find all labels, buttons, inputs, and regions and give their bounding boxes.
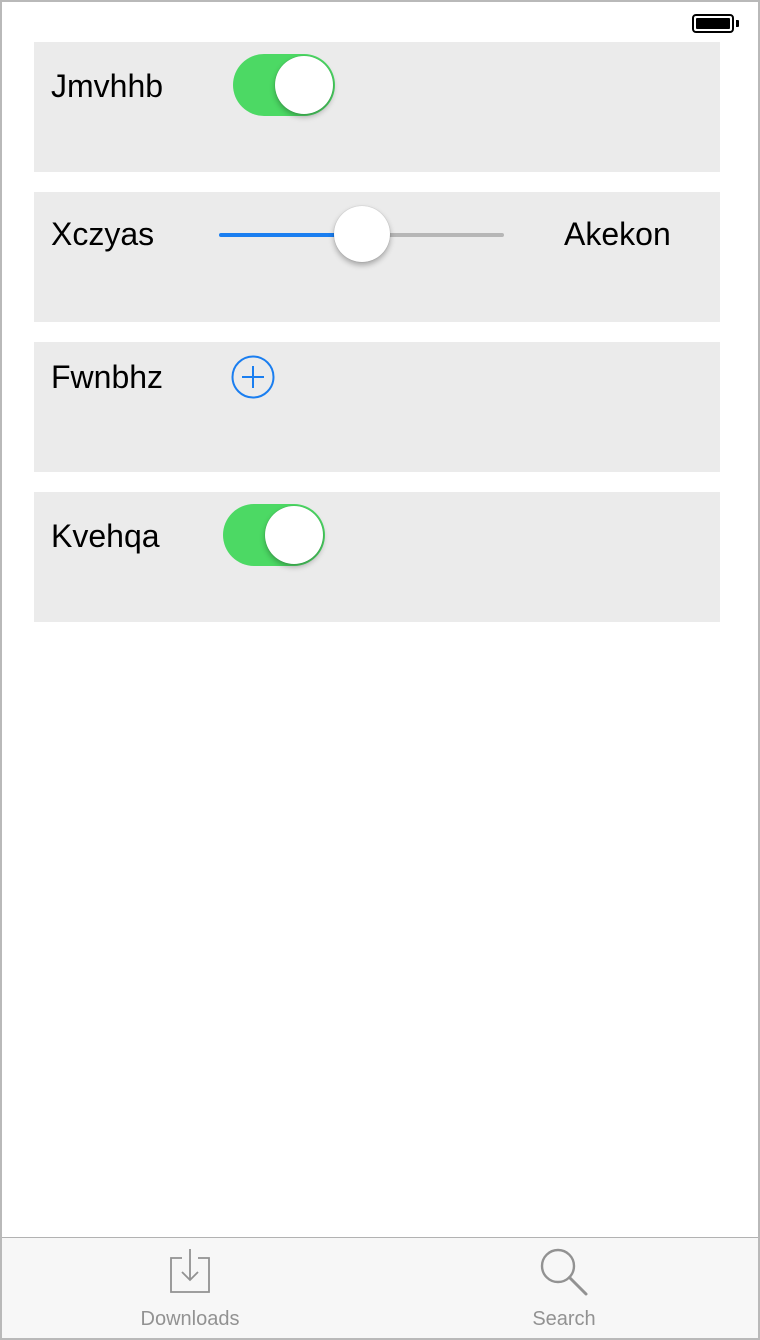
- slider-value-label: Akekon: [564, 216, 671, 252]
- settings-row-xczyas: Xczyas Akekon: [34, 192, 720, 322]
- downloads-icon: [170, 1249, 210, 1293]
- phone-screen: Jmvhhb Xczyas Akekon Fwnbhz Kvehqa Downl…: [0, 0, 760, 1340]
- row-label: Jmvhhb: [51, 68, 164, 104]
- battery-level-fill: [696, 18, 730, 29]
- switch-knob: [265, 506, 323, 564]
- tab-search[interactable]: Search: [454, 1238, 674, 1338]
- row-label: Xczyas: [51, 216, 155, 252]
- settings-row-jmvhhb: Jmvhhb: [34, 42, 720, 172]
- tab-downloads[interactable]: Downloads: [80, 1238, 300, 1338]
- jmvhhb-switch[interactable]: [233, 54, 335, 116]
- kvehqa-switch[interactable]: [223, 504, 325, 566]
- search-icon: [540, 1248, 588, 1296]
- tab-label: Search: [532, 1308, 596, 1330]
- plus-circle-icon[interactable]: [231, 355, 275, 399]
- switch-knob: [275, 56, 333, 114]
- slider-thumb[interactable]: [333, 206, 390, 262]
- row-label: Fwnbhz: [51, 359, 164, 395]
- tab-bar: Downloads Search: [2, 1237, 758, 1338]
- battery-icon: [692, 14, 734, 33]
- status-bar: [2, 2, 758, 42]
- battery-tip: [736, 20, 739, 27]
- settings-row-kvehqa: Kvehqa: [34, 492, 720, 622]
- row-label: Kvehqa: [51, 518, 160, 554]
- xczyas-slider[interactable]: [219, 204, 504, 264]
- settings-row-fwnbhz: Fwnbhz: [34, 342, 720, 472]
- tab-label: Downloads: [140, 1308, 240, 1330]
